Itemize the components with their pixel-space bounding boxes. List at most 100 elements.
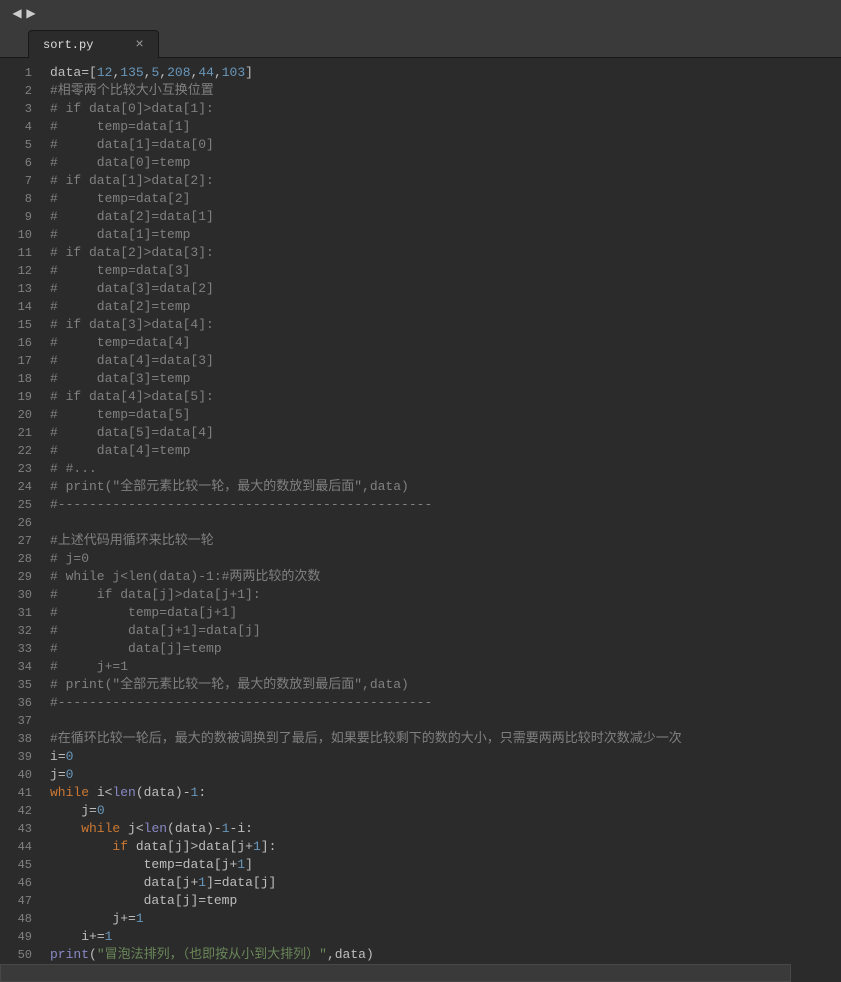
token-brk: ( [89, 947, 97, 962]
line-number: 31 [0, 604, 32, 622]
token-punc: : [245, 821, 253, 836]
line-number: 30 [0, 586, 32, 604]
line-number: 41 [0, 784, 32, 802]
token-op: - [214, 821, 222, 836]
token-num: 44 [198, 65, 214, 80]
token-var: temp [50, 857, 175, 872]
token-brk: ( [167, 821, 175, 836]
code-line: i+=1 [50, 928, 841, 946]
token-var: data [50, 893, 175, 908]
code-line: # data[0]=temp [50, 154, 841, 172]
code-line: # j+=1 [50, 658, 841, 676]
nav-bar: ◀ ▶ [0, 0, 841, 28]
token-cmt: # if data[2]>data[3]: [50, 245, 214, 260]
code-line: # if data[3]>data[4]: [50, 316, 841, 334]
code-line: data=[12,135,5,208,44,103] [50, 64, 841, 82]
code-line [50, 514, 841, 532]
token-cmt: # if data[j]>data[j+1]: [50, 587, 261, 602]
line-number: 4 [0, 118, 32, 136]
code-line: j+=1 [50, 910, 841, 928]
line-number: 44 [0, 838, 32, 856]
token-punc: , [327, 947, 335, 962]
line-number: 13 [0, 280, 32, 298]
token-cmt: # temp=data[2] [50, 191, 190, 206]
code-line: # data[4]=data[3] [50, 352, 841, 370]
token-brk: ) [175, 785, 183, 800]
code-line: # print("全部元素比较一轮，最大的数放到最后面",data) [50, 676, 841, 694]
line-number: 15 [0, 316, 32, 334]
code-line: j=0 [50, 802, 841, 820]
code-line: # if data[j]>data[j+1]: [50, 586, 841, 604]
editor[interactable]: 1234567891011121314151617181920212223242… [0, 58, 841, 952]
close-icon[interactable]: × [135, 40, 143, 50]
token-cmt: # data[5]=data[4] [50, 425, 214, 440]
token-num: 208 [167, 65, 190, 80]
tabs-row: sort.py × [0, 28, 841, 58]
token-op: = [214, 875, 222, 890]
line-number: 26 [0, 514, 32, 532]
token-var: data [198, 839, 229, 854]
token-kw: if [50, 839, 136, 854]
line-number: 9 [0, 208, 32, 226]
token-cmt: #---------------------------------------… [50, 695, 432, 710]
token-cmt: # print("全部元素比较一轮，最大的数放到最后面",data) [50, 479, 409, 494]
token-cmt: # data[4]=temp [50, 443, 190, 458]
line-number: 21 [0, 424, 32, 442]
token-brk: [ [175, 875, 183, 890]
token-op: = [175, 857, 183, 872]
code-line: # temp=data[1] [50, 118, 841, 136]
token-cmt: #相零两个比较大小互换位置 [50, 83, 214, 98]
code-line [50, 712, 841, 730]
code-line: # data[5]=data[4] [50, 424, 841, 442]
token-cmt: # data[2]=data[1] [50, 209, 214, 224]
token-var: data [183, 857, 214, 872]
token-var: i [97, 785, 105, 800]
line-number: 34 [0, 658, 32, 676]
code-line: # data[2]=data[1] [50, 208, 841, 226]
line-number: 43 [0, 820, 32, 838]
code-line: # if data[4]>data[5]: [50, 388, 841, 406]
token-fn: len [144, 821, 167, 836]
token-brk: ] [245, 857, 253, 872]
token-num: 135 [120, 65, 143, 80]
code-line: # data[3]=data[2] [50, 280, 841, 298]
token-punc: : [198, 785, 206, 800]
token-var: j [50, 911, 120, 926]
line-number: 6 [0, 154, 32, 172]
token-num: 1 [198, 875, 206, 890]
line-number: 33 [0, 640, 32, 658]
token-fn: len [112, 785, 135, 800]
token-var: temp [206, 893, 237, 908]
code-line: # data[1]=data[0] [50, 136, 841, 154]
line-number: 16 [0, 334, 32, 352]
token-op: += [120, 911, 136, 926]
code-line: data[j+1]=data[j] [50, 874, 841, 892]
code-line [50, 964, 841, 982]
nav-back-icon[interactable]: ◀ [10, 0, 24, 28]
line-number: 47 [0, 892, 32, 910]
nav-forward-icon[interactable]: ▶ [24, 0, 38, 28]
gutter: 1234567891011121314151617181920212223242… [0, 58, 42, 952]
code-line: if data[j]>data[j+1]: [50, 838, 841, 856]
code-line: # if data[0]>data[1]: [50, 100, 841, 118]
token-var: data [175, 821, 206, 836]
code-line: j=0 [50, 766, 841, 784]
code-line: # if data[2]>data[3]: [50, 244, 841, 262]
token-cmt: # while j<len(data)-1:#两两比较的次数 [50, 569, 320, 584]
line-number: 20 [0, 406, 32, 424]
tab-sort-py[interactable]: sort.py × [28, 30, 159, 58]
code-area[interactable]: data=[12,135,5,208,44,103]#相零两个比较大小互换位置 #… [42, 58, 841, 952]
token-cmt: #上述代码用循环来比较一轮 [50, 533, 214, 548]
token-var: data [50, 65, 81, 80]
line-number: 49 [0, 928, 32, 946]
line-highlight [0, 964, 791, 982]
token-cmt: # #... [50, 461, 97, 476]
token-brk: [ [253, 875, 261, 890]
token-var: i [237, 821, 245, 836]
line-number: 27 [0, 532, 32, 550]
token-cmt: # data[3]=data[2] [50, 281, 214, 296]
token-num: 1 [253, 839, 261, 854]
token-cmt: # data[2]=temp [50, 299, 190, 314]
token-var: j [261, 875, 269, 890]
token-cmt: # j=0 [50, 551, 89, 566]
